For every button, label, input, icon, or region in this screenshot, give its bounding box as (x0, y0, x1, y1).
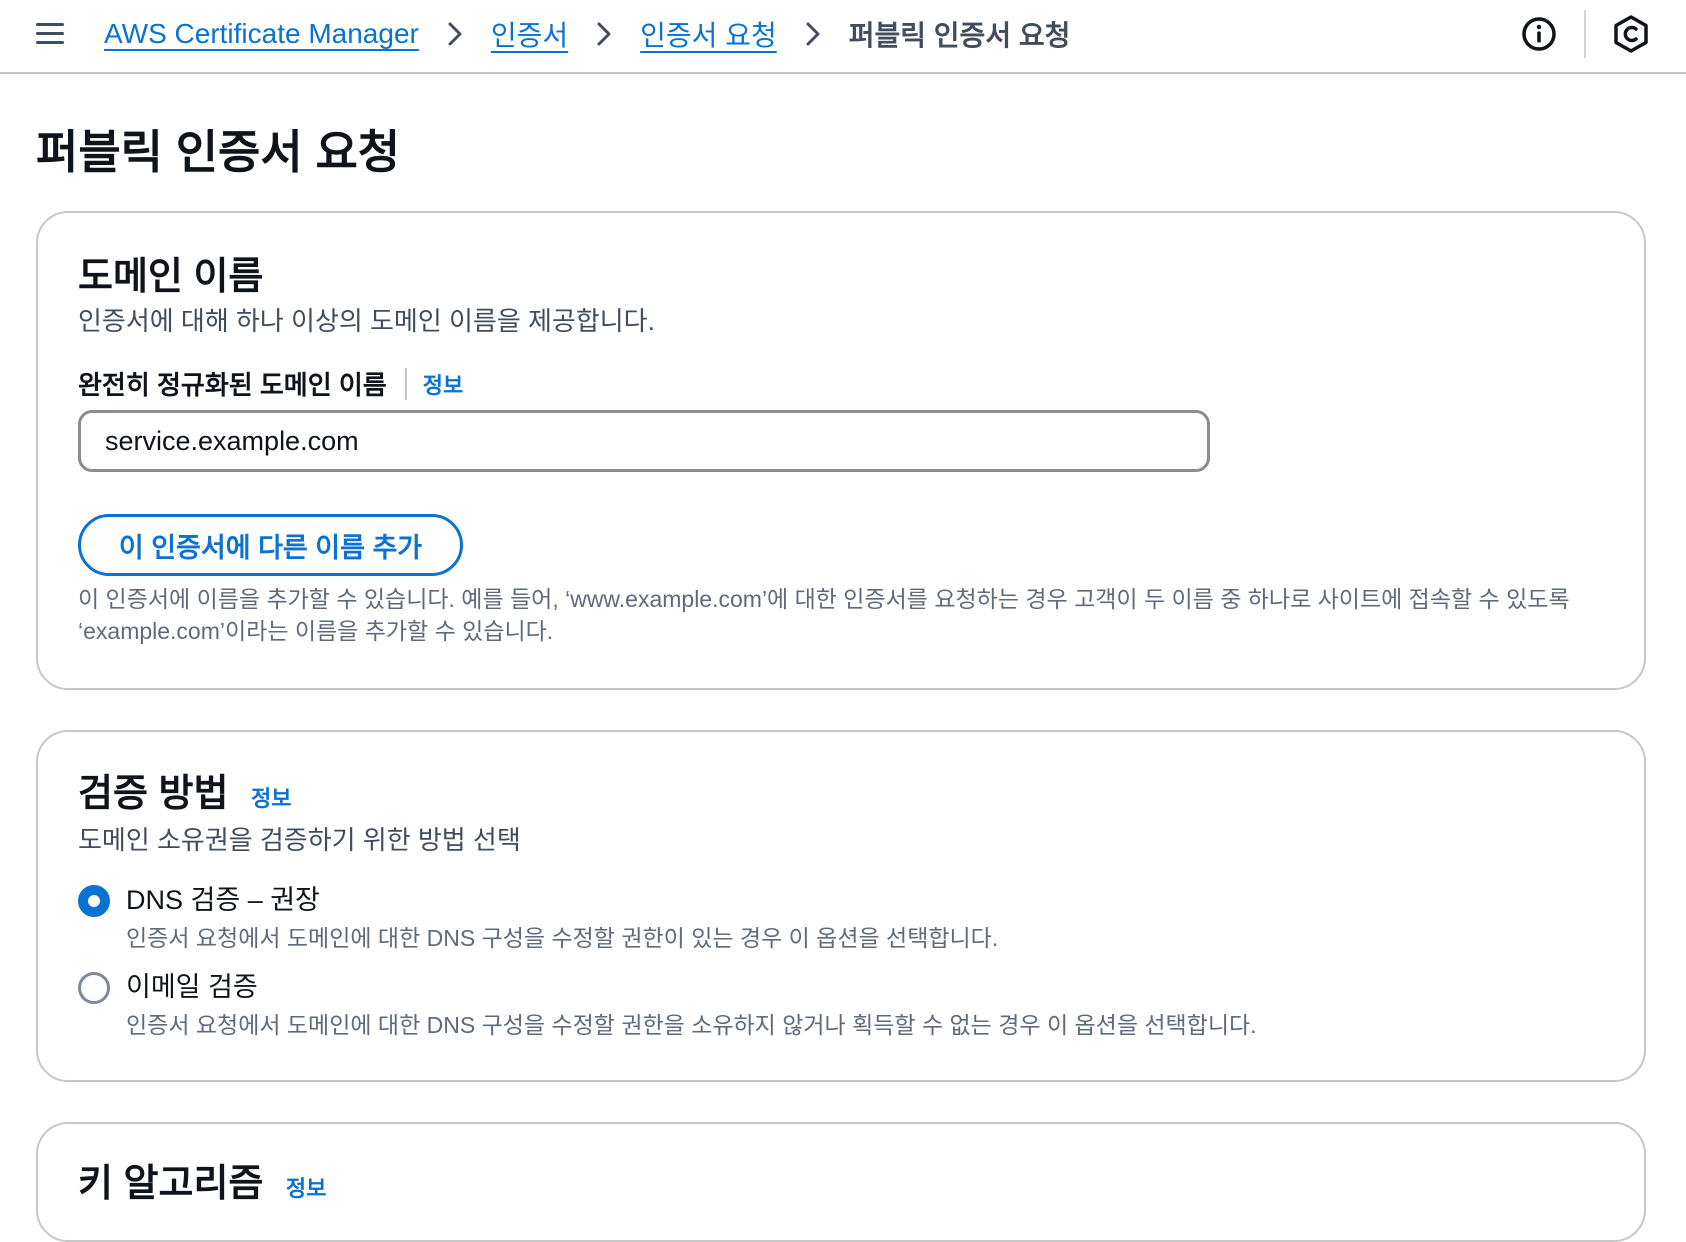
email-validation-option[interactable]: 이메일 검증 인증서 요청에서 도메인에 대한 DNS 구성을 수정할 권한을 … (78, 969, 1257, 1041)
dns-validation-option[interactable]: DNS 검증 – 권장 인증서 요청에서 도메인에 대한 DNS 구성을 수정할… (78, 882, 998, 954)
fqdn-field-label: 완전히 정규화된 도메인 이름 정보 (78, 365, 463, 402)
breadcrumb-link-acm[interactable]: AWS Certificate Manager (104, 18, 419, 50)
domain-names-panel: 도메인 이름 인증서에 대해 하나 이상의 도메인 이름을 제공합니다. 완전히… (36, 211, 1646, 690)
key-info-link[interactable]: 정보 (286, 1176, 326, 1201)
topbar-divider (1584, 10, 1586, 58)
validation-info-link[interactable]: 정보 (251, 786, 291, 811)
hamburger-menu-icon[interactable] (34, 21, 66, 47)
validation-section-title: 검증 방법 정보 (78, 762, 291, 817)
email-validation-label: 이메일 검증 (126, 972, 258, 1002)
dns-validation-radio[interactable] (78, 885, 110, 917)
breadcrumb-current: 퍼블릭 인증서 요청 (848, 20, 1071, 51)
email-validation-description: 인증서 요청에서 도메인에 대한 DNS 구성을 수정할 권한을 소유하지 않거… (126, 1012, 1257, 1038)
email-validation-radio[interactable] (78, 972, 110, 1004)
info-circle-icon[interactable] (1521, 16, 1557, 52)
key-section-title: 키 알고리즘 정보 (78, 1152, 326, 1207)
fqdn-input[interactable] (78, 410, 1210, 472)
key-title-text: 키 알고리즘 (78, 1163, 264, 1205)
add-name-hint: 이 인증서에 이름을 추가할 수 있습니다. 예를 들어, ‘www.examp… (78, 586, 1570, 644)
key-algorithm-panel: 키 알고리즘 정보 (36, 1122, 1646, 1242)
domain-section-title: 도메인 이름 (78, 256, 264, 298)
chevron-right-icon (806, 22, 820, 46)
dns-validation-description: 인증서 요청에서 도메인에 대한 DNS 구성을 수정할 권한이 있는 경우 이… (126, 925, 999, 951)
add-another-name-button[interactable]: 이 인증서에 다른 이름 추가 (78, 514, 463, 576)
validation-method-panel: 검증 방법 정보 도메인 소유권을 검증하기 위한 방법 선택 DNS 검증 –… (36, 730, 1646, 1082)
breadcrumb: AWS Certificate Manager 인증서 인증서 요청 퍼블릭 인… (104, 14, 1070, 54)
fqdn-info-link[interactable]: 정보 (423, 368, 463, 400)
label-divider (404, 367, 407, 400)
chevron-right-icon (448, 22, 462, 46)
page-title: 퍼블릭 인증서 요청 (36, 126, 401, 178)
top-navigation-bar: AWS Certificate Manager 인증서 인증서 요청 퍼블릭 인… (0, 0, 1686, 74)
hexagon-icon[interactable] (1612, 14, 1650, 54)
validation-section-description: 도메인 소유권을 검증하기 위한 방법 선택 (78, 825, 521, 855)
chevron-right-icon (597, 22, 611, 46)
fqdn-label-text: 완전히 정규화된 도메인 이름 (78, 370, 387, 400)
validation-title-text: 검증 방법 (78, 773, 229, 815)
dns-validation-label: DNS 검증 – 권장 (126, 885, 320, 915)
domain-section-description: 인증서에 대해 하나 이상의 도메인 이름을 제공합니다. (78, 306, 655, 336)
breadcrumb-link-certificates[interactable]: 인증서 (491, 14, 568, 54)
breadcrumb-link-request-certificate[interactable]: 인증서 요청 (640, 14, 777, 54)
